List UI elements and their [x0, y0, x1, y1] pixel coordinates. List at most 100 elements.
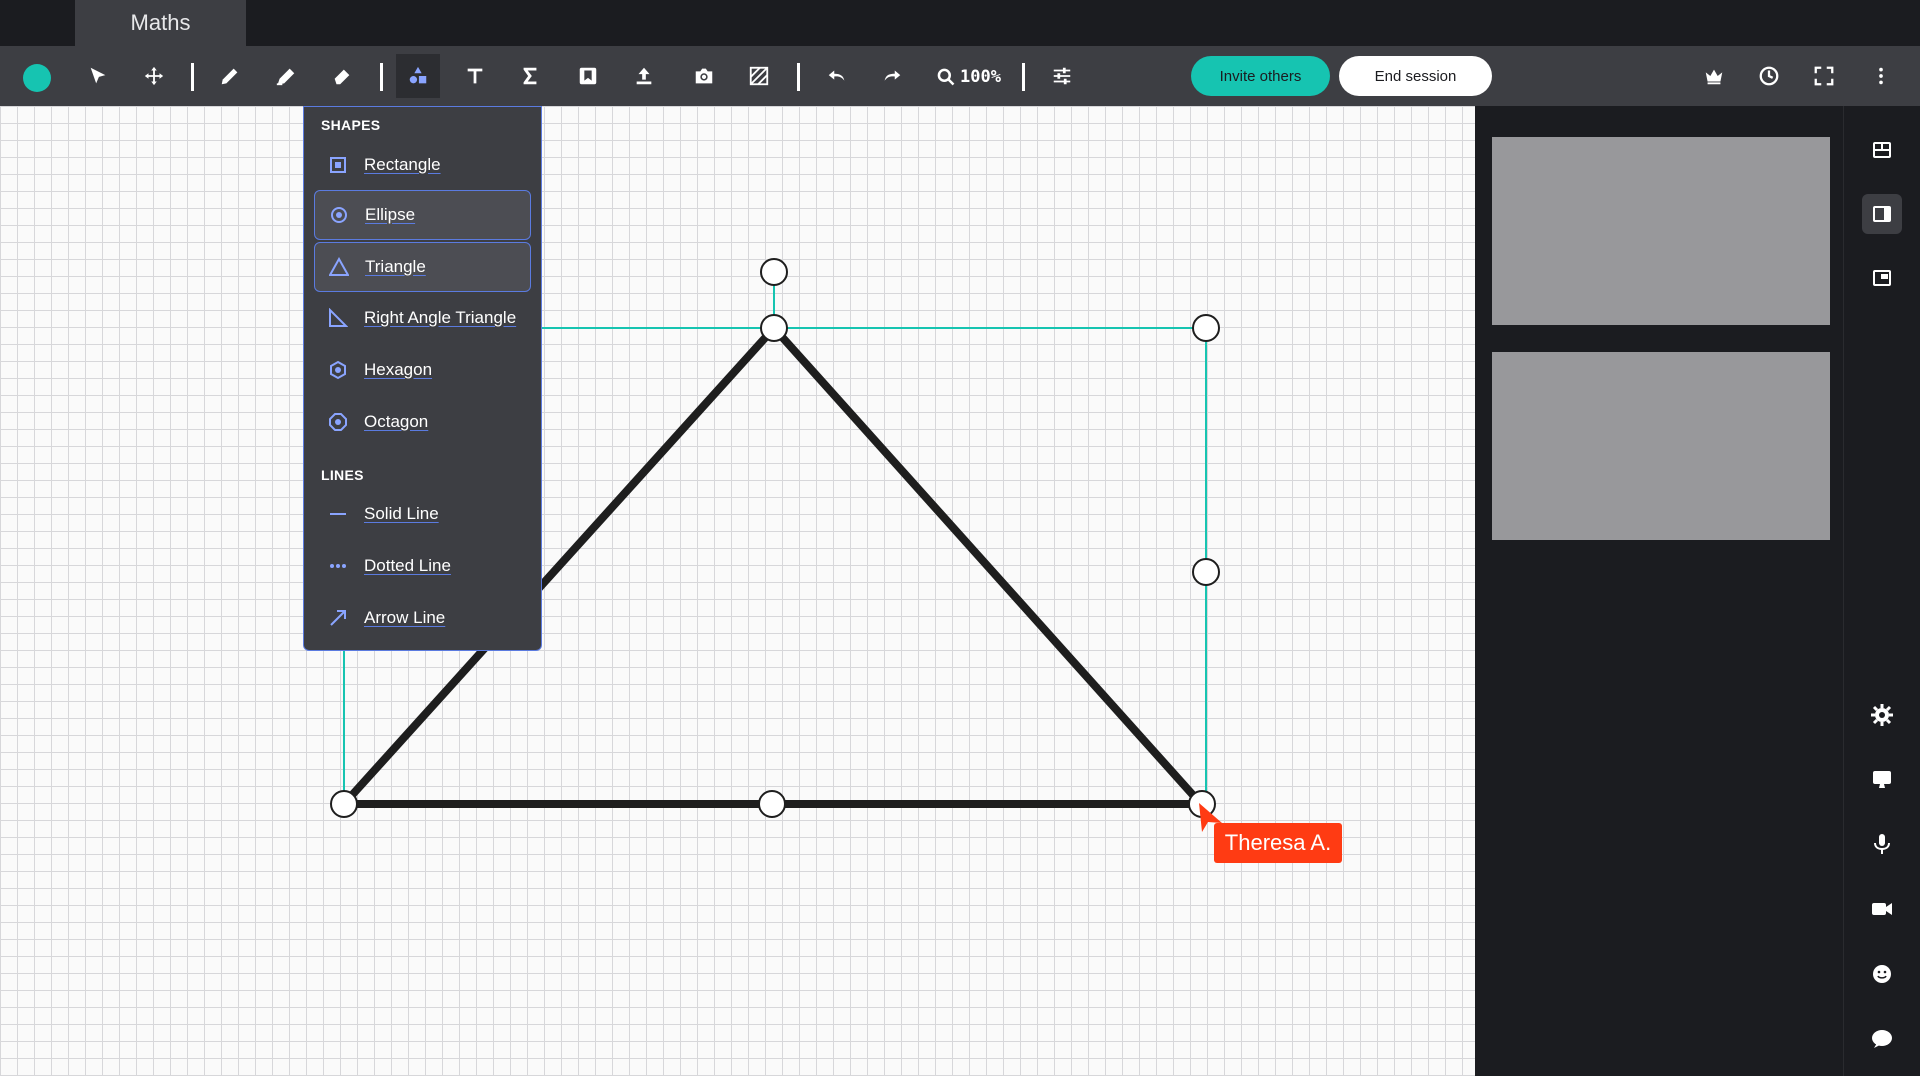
shape-item-right-angle-triangle[interactable]: Right Angle Triangle — [314, 293, 531, 343]
layout-grid-button[interactable] — [1862, 130, 1902, 170]
resize-handle-top[interactable] — [760, 314, 788, 342]
tab-maths[interactable]: Maths — [75, 0, 246, 46]
pencil-icon — [221, 68, 238, 85]
shapes-dropdown: SHAPES Rectangle Ellipse Triangle Right … — [303, 106, 542, 651]
invite-others-button[interactable]: Invite others — [1191, 56, 1330, 96]
more-menu-button[interactable] — [1859, 54, 1903, 98]
bookmark-tool-button[interactable] — [566, 54, 610, 98]
shape-item-ellipse[interactable]: Ellipse — [314, 190, 531, 240]
toolbar-divider — [797, 63, 800, 91]
microphone-icon — [1874, 834, 1890, 854]
redo-icon — [884, 70, 901, 81]
shape-item-rectangle[interactable]: Rectangle — [314, 140, 531, 190]
shape-item-triangle[interactable]: Triangle — [314, 242, 531, 292]
arrow-line-icon — [330, 610, 346, 626]
right-triangle-icon — [329, 308, 348, 327]
shape-item-label: Octagon — [364, 412, 429, 431]
zoom-level: 100% — [960, 67, 1001, 87]
screen-share-icon — [1873, 771, 1891, 788]
emoji-icon — [1873, 965, 1891, 983]
equation-tool-button[interactable] — [508, 54, 552, 98]
line-item-dotted[interactable]: Dotted Line — [314, 541, 531, 591]
shape-item-label: Rectangle — [364, 155, 441, 174]
undo-button[interactable] — [815, 54, 859, 98]
screen-share-button[interactable] — [1862, 759, 1902, 799]
shape-item-octagon[interactable]: Octagon — [314, 397, 531, 447]
video-tile[interactable] — [1492, 137, 1830, 325]
sigma-icon — [523, 67, 537, 85]
shapes-tool-button[interactable] — [396, 54, 440, 98]
photo-camera-icon — [695, 68, 713, 84]
sliders-icon — [1053, 67, 1071, 85]
line-item-label: Dotted Line — [364, 556, 451, 575]
resize-handle-bottom[interactable] — [758, 790, 786, 818]
rectangle-icon — [330, 157, 346, 173]
toolbar-divider — [1022, 63, 1025, 91]
select-tool-button[interactable] — [76, 54, 120, 98]
shapes-icon — [409, 66, 427, 84]
adjust-button[interactable] — [1040, 54, 1084, 98]
line-item-label: Solid Line — [364, 504, 439, 523]
settings-button[interactable] — [1862, 695, 1902, 735]
text-tool-button[interactable] — [453, 54, 497, 98]
line-item-arrow[interactable]: Arrow Line — [314, 593, 531, 643]
more-vertical-icon — [1879, 67, 1883, 85]
eraser-tool-button[interactable] — [320, 54, 364, 98]
shape-item-hexagon[interactable]: Hexagon — [314, 345, 531, 395]
eraser-icon — [334, 69, 350, 85]
resize-handle-right[interactable] — [1192, 558, 1220, 586]
move-tool-button[interactable] — [132, 54, 176, 98]
zoom-control[interactable]: 100% — [936, 62, 1001, 92]
text-icon — [467, 68, 483, 84]
chat-button[interactable] — [1862, 1019, 1902, 1059]
history-button[interactable] — [1747, 54, 1791, 98]
highlighter-tool-button[interactable] — [264, 54, 308, 98]
magnifier-icon — [937, 68, 955, 86]
lines-section-header: LINES — [321, 467, 364, 483]
redo-button[interactable] — [870, 54, 914, 98]
hatch-icon — [749, 66, 769, 86]
fullscreen-icon — [1814, 66, 1834, 86]
camera-tool-button[interactable] — [682, 54, 726, 98]
resize-handle-bottom-left[interactable] — [330, 790, 358, 818]
toolbar: 100% Invite others End session — [0, 46, 1920, 107]
camera-button[interactable] — [1862, 889, 1902, 929]
dotted-line-icon — [330, 564, 346, 568]
rotate-handle[interactable] — [760, 258, 788, 286]
upload-icon — [636, 67, 652, 85]
tab-bar: Maths — [0, 0, 1920, 46]
right-rail — [1843, 106, 1920, 1076]
crown-icon — [1705, 69, 1723, 85]
upload-tool-button[interactable] — [622, 54, 666, 98]
shape-item-label: Triangle — [365, 257, 426, 276]
shape-item-label: Hexagon — [364, 360, 433, 379]
clock-icon — [1759, 66, 1779, 86]
whiteboard-canvas[interactable] — [0, 106, 1475, 1076]
pointer-icon — [90, 67, 106, 84]
resize-handle-top-right[interactable] — [1192, 314, 1220, 342]
hatch-tool-button[interactable] — [737, 54, 781, 98]
layout-pip-button[interactable] — [1862, 258, 1902, 298]
end-session-button[interactable]: End session — [1339, 56, 1492, 96]
fullscreen-button[interactable] — [1802, 54, 1846, 98]
toolbar-divider — [191, 63, 194, 91]
reactions-button[interactable] — [1862, 954, 1902, 994]
ellipse-icon — [331, 207, 347, 223]
participants-panel — [1475, 106, 1843, 1076]
solid-line-icon — [330, 513, 346, 515]
chat-icon — [1872, 1030, 1892, 1048]
marker-icon — [276, 68, 295, 86]
video-camera-icon — [1872, 903, 1892, 915]
hexagon-icon — [330, 360, 346, 380]
video-tile[interactable] — [1492, 352, 1830, 540]
layout-pip-icon — [1873, 270, 1891, 286]
triangle-icon — [329, 257, 349, 276]
layout-side-button[interactable] — [1862, 194, 1902, 234]
microphone-button[interactable] — [1862, 824, 1902, 864]
drawing-layer — [330, 258, 1222, 832]
host-button[interactable] — [1692, 54, 1736, 98]
color-picker-button[interactable] — [23, 64, 51, 92]
pen-tool-button[interactable] — [208, 54, 252, 98]
bookmark-icon — [579, 67, 597, 85]
line-item-solid[interactable]: Solid Line — [314, 489, 531, 539]
